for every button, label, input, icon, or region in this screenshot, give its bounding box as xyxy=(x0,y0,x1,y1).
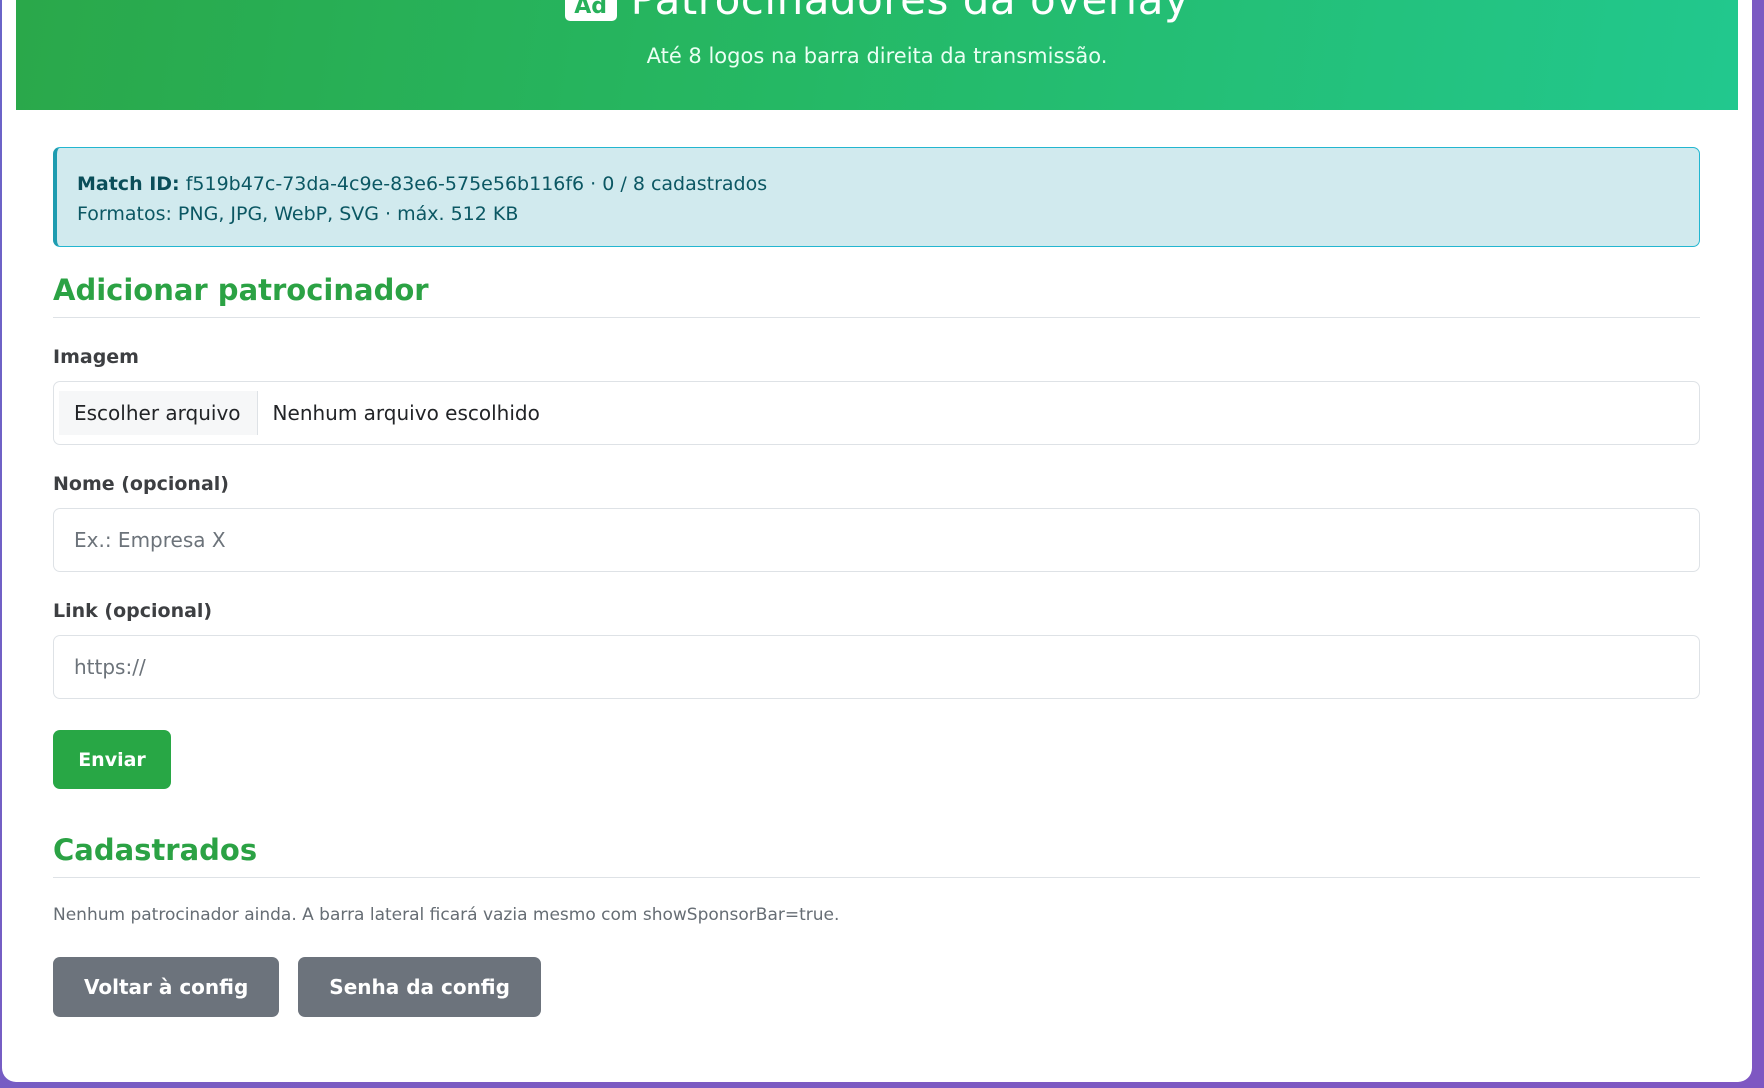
submit-button[interactable]: Enviar xyxy=(53,730,171,789)
name-input[interactable] xyxy=(53,508,1700,572)
config-password-button[interactable]: Senha da config xyxy=(298,957,541,1017)
file-status-text: Nenhum arquivo escolhido xyxy=(272,401,540,425)
formats-line: Formatos: PNG, JPG, WebP, SVG · máx. 512… xyxy=(77,203,519,225)
empty-state-text: Nenhum patrocinador ainda. A barra later… xyxy=(53,905,840,925)
image-file-input[interactable]: Escolher arquivo Nenhum arquivo escolhid… xyxy=(53,381,1700,445)
choose-file-button[interactable]: Escolher arquivo xyxy=(59,391,258,435)
page-header: Ad Patrocinadores da overlay Até 8 logos… xyxy=(16,0,1738,110)
match-id-value: f519b47c-73da-4c9e-83e6-575e56b116f6 · 0… xyxy=(185,173,768,195)
back-to-config-button[interactable]: Voltar à config xyxy=(53,957,280,1017)
page-title: Patrocinadores da overlay xyxy=(631,0,1190,24)
page-subtitle: Até 8 logos na barra direita da transmis… xyxy=(646,44,1108,68)
link-input[interactable] xyxy=(53,635,1700,699)
match-id-label: Match ID: xyxy=(77,173,180,195)
match-id-line: Match ID: f519b47c-73da-4c9e-83e6-575e56… xyxy=(77,169,1679,199)
ad-icon: Ad xyxy=(564,0,617,21)
link-label: Link (opcional) xyxy=(53,600,213,622)
content-area: Match ID: f519b47c-73da-4c9e-83e6-575e56… xyxy=(53,147,1700,1017)
main-card: Ad Patrocinadores da overlay Até 8 logos… xyxy=(2,0,1752,1082)
name-label: Nome (opcional) xyxy=(53,473,229,495)
header-title-row: Ad Patrocinadores da overlay xyxy=(16,0,1738,24)
footer-buttons: Voltar à config Senha da config xyxy=(53,957,1700,1017)
add-sponsor-heading: Adicionar patrocinador xyxy=(53,273,1700,318)
image-label: Imagem xyxy=(53,346,139,368)
registered-heading: Cadastrados xyxy=(53,833,1700,878)
match-info-alert: Match ID: f519b47c-73da-4c9e-83e6-575e56… xyxy=(53,147,1700,247)
